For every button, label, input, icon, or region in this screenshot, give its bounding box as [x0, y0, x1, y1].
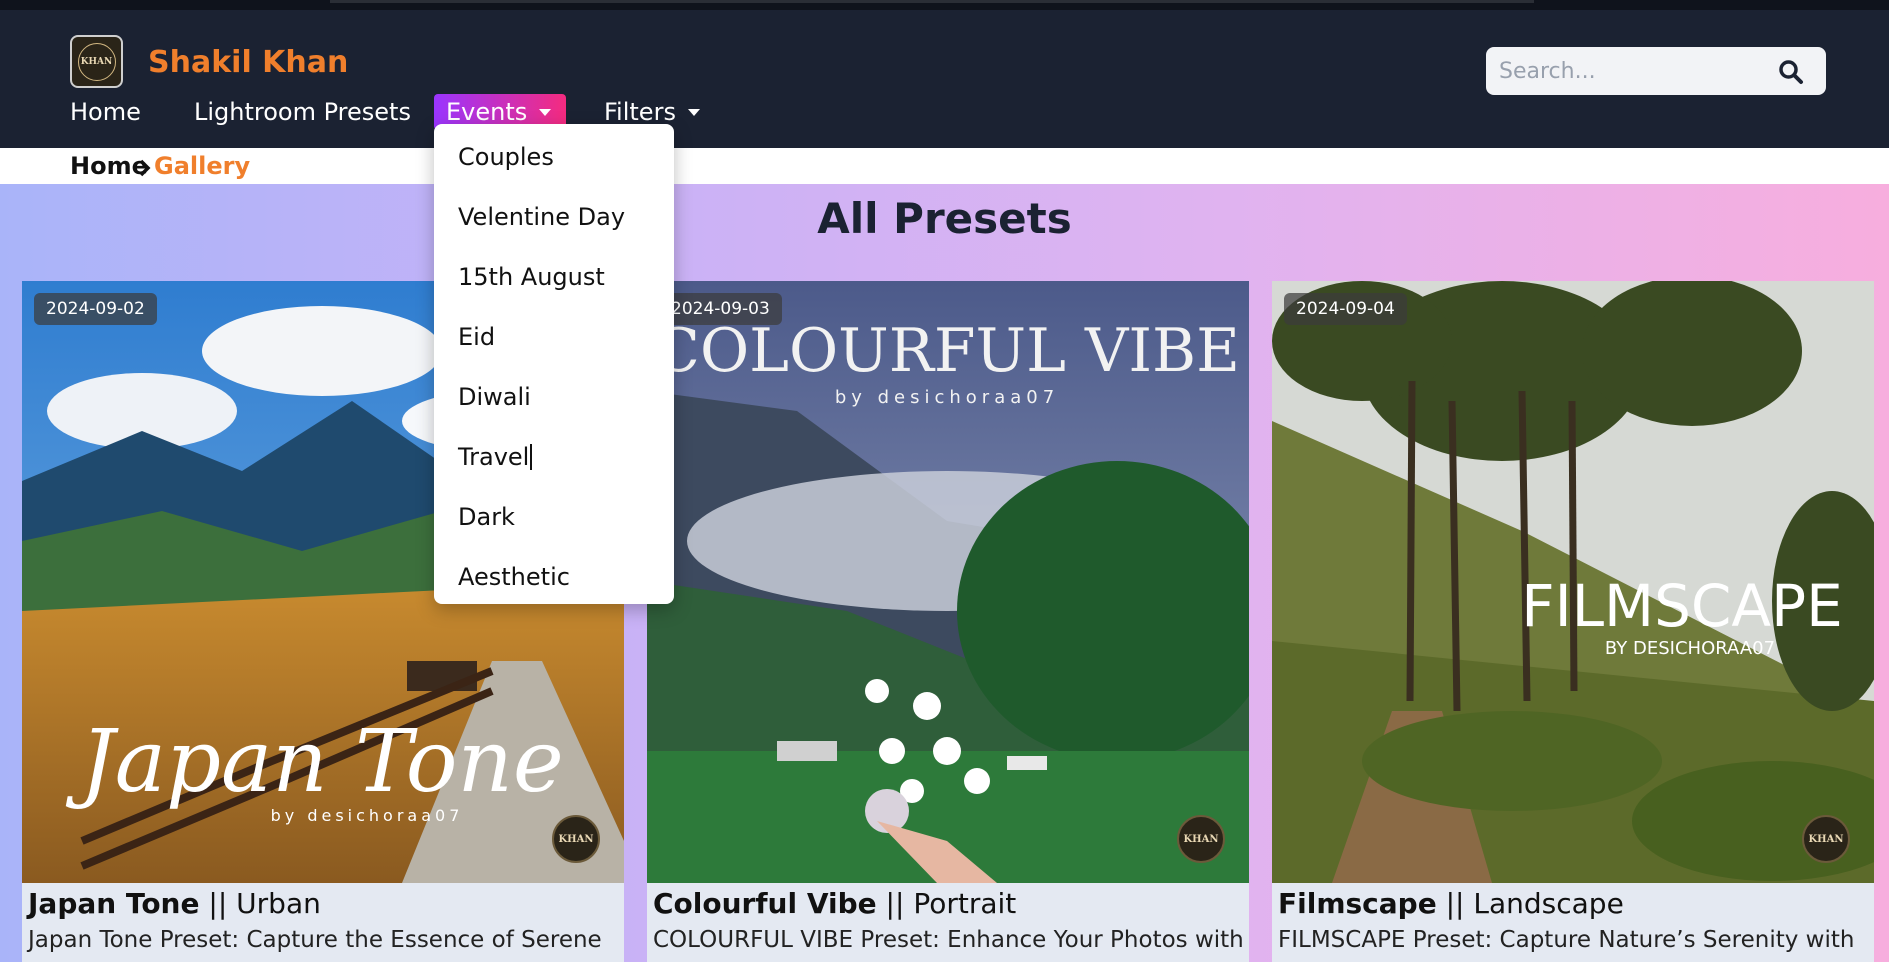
dropdown-item-dark[interactable]: Dark	[458, 499, 515, 535]
card-title[interactable]: Japan Tone || Urban	[28, 887, 321, 920]
nav-filters-label: Filters	[604, 98, 676, 126]
overlay-title: Japan Tone	[65, 712, 564, 812]
card-description: COLOURFUL VIBE Preset: Enhance Your Phot…	[653, 927, 1244, 953]
dropdown-item-15th-august[interactable]: 15th August	[458, 259, 605, 295]
date-badge: 2024-09-04	[1284, 293, 1407, 325]
title-separator: ||	[885, 887, 905, 920]
watermark-badge: KHAN	[1802, 815, 1850, 863]
events-dropdown-menu: Couples Velentine Day 15th August Eid Di…	[434, 124, 674, 604]
logo-text: KHAN	[80, 56, 113, 67]
colourful-vibe-image: COLOURFUL VIBE by desichoraa07	[647, 281, 1249, 883]
overlay-title: COLOURFUL VIBE	[654, 316, 1240, 386]
card-title[interactable]: Filmscape || Landscape	[1278, 887, 1624, 920]
preset-name: Filmscape	[1278, 887, 1437, 920]
overlay-byline: BY DESICHORAA07	[1605, 638, 1775, 659]
badge-text: KHAN	[558, 833, 594, 845]
breadcrumb-home[interactable]: Home	[70, 152, 148, 180]
preset-category: Portrait	[913, 887, 1017, 920]
breadcrumb: Home Gallery	[0, 148, 1889, 184]
site-logo[interactable]: KHAN	[70, 35, 123, 88]
preset-card[interactable]: COLOURFUL VIBE by desichoraa07 2024-09-0…	[647, 281, 1249, 962]
preset-name: Colourful Vibe	[653, 887, 877, 920]
chevron-right-icon	[139, 159, 151, 177]
overlay-byline: by desichoraa07	[271, 806, 464, 825]
brand-name[interactable]: Shakil Khan	[148, 45, 348, 80]
badge-text: KHAN	[1183, 833, 1219, 845]
preset-image[interactable]: COLOURFUL VIBE by desichoraa07 2024-09-0…	[647, 281, 1249, 883]
nav-home-label: Home	[70, 98, 141, 126]
preset-name: Japan Tone	[28, 887, 200, 920]
title-separator: ||	[208, 887, 228, 920]
watermark-badge: KHAN	[1177, 815, 1225, 863]
filmscape-image: FILMSCAPE BY DESICHORAA07	[1272, 281, 1874, 883]
dropdown-item-velentine-day[interactable]: Velentine Day	[458, 199, 625, 235]
caret-down-icon	[539, 109, 552, 116]
nav-lightroom-presets-label: Lightroom Presets	[194, 98, 411, 126]
nav-home[interactable]: Home	[70, 94, 141, 130]
gallery-section: All Presets Japan Tone by desichoraa07 2…	[0, 184, 1889, 962]
preset-category: Landscape	[1473, 887, 1624, 920]
search-button[interactable]	[1778, 59, 1804, 85]
date-badge: 2024-09-02	[34, 293, 157, 325]
overlay-byline: by desichoraa07	[835, 387, 1059, 408]
caret-down-icon	[687, 109, 700, 116]
search-icon	[1779, 60, 1803, 84]
dropdown-item-travel-label: Travel	[458, 443, 530, 471]
preset-card[interactable]: FILMSCAPE BY DESICHORAA07 2024-09-04 KHA…	[1272, 281, 1874, 962]
dropdown-item-travel[interactable]: Travel	[458, 439, 533, 475]
logo-mark: KHAN	[77, 42, 116, 81]
search-input[interactable]	[1499, 58, 1769, 84]
overlay-title: FILMSCAPE	[1521, 572, 1842, 640]
card-description: Japan Tone Preset: Capture the Essence o…	[28, 927, 602, 953]
preset-image[interactable]: FILMSCAPE BY DESICHORAA07 2024-09-04 KHA…	[1272, 281, 1874, 883]
search-box	[1486, 47, 1826, 95]
page-title: All Presets	[817, 194, 1072, 243]
dropdown-item-couples[interactable]: Couples	[458, 139, 554, 175]
nav-lightroom-presets[interactable]: Lightroom Presets	[194, 94, 411, 130]
site-header: KHAN Shakil Khan Home Lightroom Presets …	[0, 10, 1889, 148]
preset-category: Urban	[236, 887, 321, 920]
dropdown-item-eid[interactable]: Eid	[458, 319, 495, 355]
dropdown-item-aesthetic[interactable]: Aesthetic	[458, 559, 570, 595]
breadcrumb-current: Gallery	[154, 152, 251, 180]
dropdown-item-diwali[interactable]: Diwali	[458, 379, 531, 415]
watermark-badge: KHAN	[552, 815, 600, 863]
top-bar	[330, 0, 1534, 3]
card-title[interactable]: Colourful Vibe || Portrait	[653, 887, 1016, 920]
card-description: FILMSCAPE Preset: Capture Nature’s Seren…	[1278, 927, 1855, 953]
badge-text: KHAN	[1808, 833, 1844, 845]
nav-events-label: Events	[446, 98, 528, 126]
window-top-strip	[0, 0, 1889, 10]
text-cursor	[530, 444, 533, 470]
title-separator: ||	[1445, 887, 1465, 920]
date-badge: 2024-09-03	[659, 293, 782, 325]
